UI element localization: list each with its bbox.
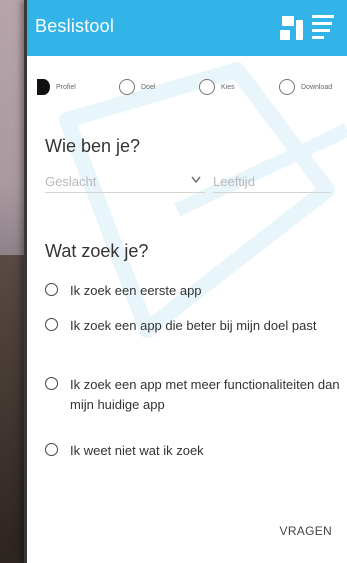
option-more-features[interactable]: Ik zoek een app met meer functionaliteit… xyxy=(45,375,345,415)
logo-icon xyxy=(280,15,334,40)
step-label: Download xyxy=(301,83,333,91)
step-indicator xyxy=(199,79,215,95)
step-indicator xyxy=(279,79,295,95)
option-label: Ik zoek een eerste app xyxy=(70,283,202,298)
gender-select[interactable]: Geslacht xyxy=(45,166,205,193)
option-label: Ik zoek een app die beter bij mijn doel … xyxy=(70,318,317,333)
step-label: Doel xyxy=(141,83,156,91)
step-label: Kies xyxy=(221,83,235,91)
gender-placeholder: Geslacht xyxy=(45,174,97,189)
option-better-app[interactable]: Ik zoek een app die beter bij mijn doel … xyxy=(45,316,345,336)
step-indicator-active xyxy=(37,79,50,95)
step-label: Profiel xyxy=(56,83,76,91)
radio-button[interactable] xyxy=(45,318,58,331)
progress-steps: Profiel Doel Kies Download xyxy=(27,74,347,100)
option-first-app[interactable]: Ik zoek een eerste app xyxy=(45,281,345,301)
search-heading: Wat zoek je? xyxy=(45,241,149,261)
age-placeholder: Leeftijd xyxy=(213,174,255,189)
step-profiel[interactable]: Profiel xyxy=(37,74,76,100)
radio-button[interactable] xyxy=(45,443,58,456)
step-doel[interactable]: Doel xyxy=(119,74,155,100)
profile-heading: Wie ben je? xyxy=(45,136,141,156)
app-title: Beslistool xyxy=(35,16,115,36)
option-unknown[interactable]: Ik weet niet wat ik zoek xyxy=(45,441,345,461)
option-label: Ik weet niet wat ik zoek xyxy=(70,443,204,458)
chevron-down-icon xyxy=(191,176,201,184)
step-download[interactable]: Download xyxy=(279,74,332,100)
step-kies[interactable]: Kies xyxy=(199,74,235,100)
radio-button[interactable] xyxy=(45,283,58,296)
radio-button[interactable] xyxy=(45,377,58,390)
option-label: Ik zoek een app met meer functionaliteit… xyxy=(70,377,340,412)
phone-screen: Beslistool Profiel Doel Kies Download Wi… xyxy=(24,0,347,563)
step-indicator xyxy=(119,79,135,95)
age-field[interactable]: Leeftijd xyxy=(213,166,331,193)
app-header: Beslistool xyxy=(27,0,347,56)
submit-button[interactable]: VRAGEN xyxy=(280,524,332,538)
